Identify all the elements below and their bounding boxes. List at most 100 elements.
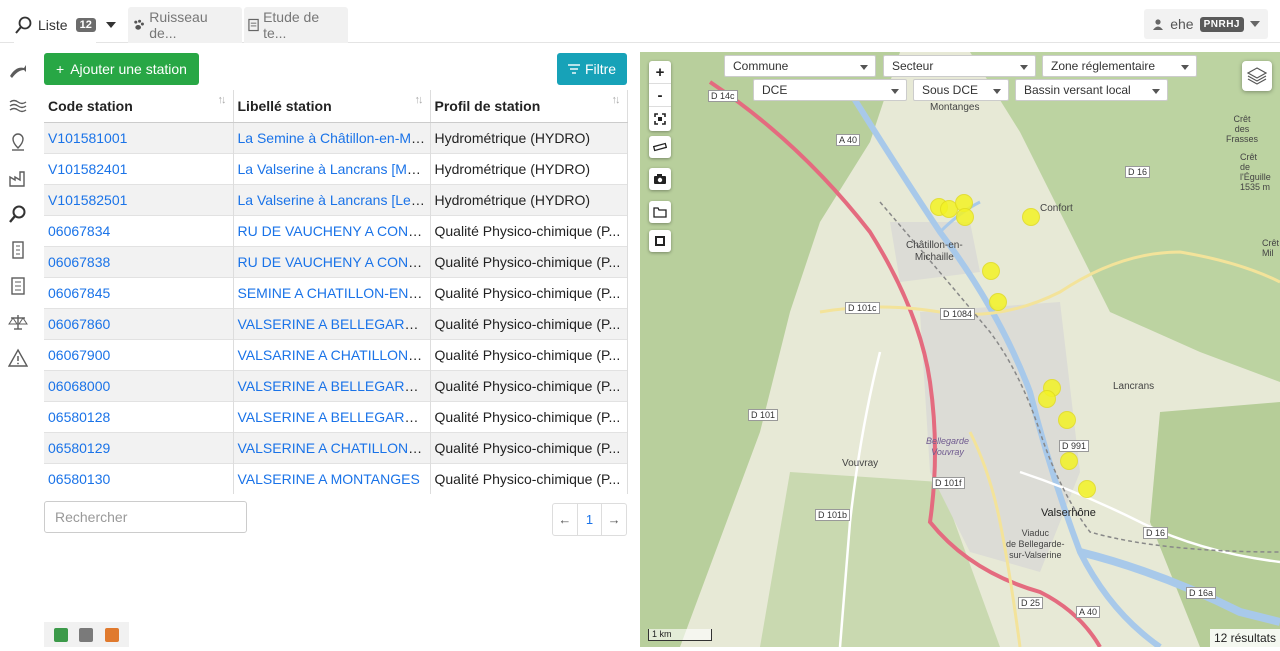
station-code-link[interactable]: V101581001: [48, 130, 127, 146]
table-row[interactable]: 06067900 VALSARINE A CHATILLON-EN-MICHAIL…: [44, 338, 628, 370]
table-row[interactable]: 06067860 VALSERINE A BELLEGARDE-SUR-VALSE…: [44, 307, 628, 339]
station-marker[interactable]: [1022, 208, 1040, 226]
cell-libelle[interactable]: SEMINE A CHATILLON-EN-MICHAILLE: [233, 276, 431, 308]
cell-libelle[interactable]: RU DE VAUCHENY A CONFORT: [233, 245, 431, 277]
next-page-button[interactable]: →: [602, 504, 626, 535]
station-code-link[interactable]: 06580128: [48, 409, 110, 425]
tab-dropdown-toggle[interactable]: [106, 7, 116, 43]
table-row[interactable]: V101581001 La Semine à Châtillon-en-Micha…: [44, 121, 628, 153]
bassin-versant-select[interactable]: Bassin versant local: [1015, 79, 1168, 101]
table-row[interactable]: 06067834 RU DE VAUCHENY A CONFORT Qualité …: [44, 214, 628, 246]
zoom-in-button[interactable]: +: [649, 61, 671, 84]
scales-icon[interactable]: [8, 312, 28, 332]
prev-page-button[interactable]: ←: [553, 504, 577, 535]
station-label-link[interactable]: VALSARINE A CHATILLON-EN-MICHAILLE: [238, 347, 430, 363]
search-station-icon[interactable]: [8, 204, 28, 224]
location-pin-icon[interactable]: [8, 132, 28, 152]
station-label-link[interactable]: VALSERINE A BELLEGARDE-SUR-VALSERINE: [238, 316, 430, 332]
dce-select[interactable]: DCE: [753, 79, 907, 101]
column-header-libelle[interactable]: Libellé station ↑↓: [233, 90, 431, 123]
station-code-link[interactable]: 06067834: [48, 223, 110, 239]
fullscreen-button[interactable]: [649, 107, 671, 130]
waves-icon[interactable]: [8, 96, 28, 116]
cell-libelle[interactable]: RU DE VAUCHENY A CONFORT: [233, 214, 431, 246]
commune-select[interactable]: Commune: [724, 55, 876, 77]
table-row[interactable]: 06067838 RU DE VAUCHENY A CONFORT Qualité …: [44, 245, 628, 277]
user-menu[interactable]: ehe PNRHJ: [1144, 9, 1268, 39]
column-header-profil[interactable]: Profil de station ↑↓: [430, 90, 628, 123]
current-page-button[interactable]: 1: [576, 504, 603, 535]
station-label-link[interactable]: RU DE VAUCHENY A CONFORT: [238, 254, 430, 270]
cell-libelle[interactable]: VALSARINE A CHATILLON-EN-MICHAILLE: [233, 338, 431, 370]
station-marker[interactable]: [1038, 390, 1056, 408]
cell-libelle[interactable]: VALSERINE A BELLEGARDE-SUR-VALSERINE: [233, 400, 431, 432]
station-label-link[interactable]: La Semine à Châtillon-en-Michaille: [238, 130, 430, 146]
tab-ruisseau[interactable]: Ruisseau de...: [128, 7, 242, 43]
cell-libelle[interactable]: VALSERINE A BELLEGARDE-SUR-VALSERINE: [233, 369, 431, 401]
cell-code[interactable]: 06580129: [44, 431, 234, 463]
tab-liste[interactable]: Liste 12: [14, 7, 96, 43]
sort-icon[interactable]: ↑↓: [612, 94, 621, 106]
filter-button[interactable]: Filtre: [557, 53, 627, 85]
cell-code[interactable]: 06067838: [44, 245, 234, 277]
station-code-link[interactable]: 06580129: [48, 440, 110, 456]
station-code-link[interactable]: 06067838: [48, 254, 110, 270]
station-code-link[interactable]: 06580130: [48, 471, 110, 487]
table-row[interactable]: 06580128 VALSERINE A BELLEGARDE-SUR-VALSE…: [44, 400, 628, 432]
station-code-link[interactable]: 06067845: [48, 285, 110, 301]
warning-icon[interactable]: [8, 348, 28, 368]
table-row[interactable]: 06067845 SEMINE A CHATILLON-EN-MICHAILLEQ…: [44, 276, 628, 308]
table-row[interactable]: 06580129 VALSERINE A CHATILLON-EN-MICHAIL…: [44, 431, 628, 463]
sort-icon[interactable]: ↑↓: [415, 94, 424, 106]
station-code-link[interactable]: V101582501: [48, 192, 127, 208]
station-label-link[interactable]: La Valserine à Lancrans [Le ...: [238, 192, 427, 208]
tab-etude[interactable]: Etude de te...: [244, 7, 348, 43]
layers-button[interactable]: [1242, 61, 1272, 91]
station-marker[interactable]: [956, 208, 974, 226]
station-label-link[interactable]: RU DE VAUCHENY A CONFORT: [238, 223, 430, 239]
factory-icon[interactable]: [8, 168, 28, 188]
column-header-code[interactable]: Code station ↑↓: [44, 90, 234, 123]
station-code-link[interactable]: V101582401: [48, 161, 127, 177]
cell-libelle[interactable]: La Semine à Châtillon-en-Michaille: [233, 121, 431, 153]
add-station-button[interactable]: + Ajouter une station: [44, 53, 199, 85]
cell-code[interactable]: 06067900: [44, 338, 234, 370]
table-row[interactable]: 06068000 VALSERINE A BELLEGARDE-SUR-VALSE…: [44, 369, 628, 401]
edit-export-icon[interactable]: [79, 627, 94, 642]
draw-box-button[interactable]: [649, 230, 671, 252]
cell-libelle[interactable]: La Valserine à Lancrans [Le ...: [233, 183, 431, 215]
cell-code[interactable]: V101582401: [44, 152, 234, 184]
open-file-button[interactable]: [649, 201, 671, 223]
document-list-icon[interactable]: [8, 276, 28, 296]
station-marker[interactable]: [1078, 480, 1096, 498]
station-code-link[interactable]: 06068000: [48, 378, 110, 394]
table-row[interactable]: V101582501 La Valserine à Lancrans [Le ..…: [44, 183, 628, 215]
clipboard-export-icon[interactable]: [105, 627, 120, 642]
cell-libelle[interactable]: VALSERINE A CHATILLON-EN-MICHAILLE: [233, 431, 431, 463]
station-label-link[interactable]: VALSERINE A MONTANGES: [238, 471, 420, 487]
station-marker[interactable]: [982, 262, 1000, 280]
zone-reglementaire-select[interactable]: Zone réglementaire: [1042, 55, 1197, 77]
station-label-link[interactable]: La Valserine à Lancrans [Mo...: [238, 161, 427, 177]
cell-code[interactable]: 06580130: [44, 462, 234, 494]
table-row[interactable]: 06580130 VALSERINE A MONTANGES Qualité Phy…: [44, 462, 628, 494]
building-icon[interactable]: [8, 240, 28, 260]
cell-code[interactable]: V101582501: [44, 183, 234, 215]
cell-code[interactable]: 06580128: [44, 400, 234, 432]
cell-code[interactable]: 06067845: [44, 276, 234, 308]
station-code-link[interactable]: 06067860: [48, 316, 110, 332]
screenshot-button[interactable]: [649, 168, 671, 190]
secteur-select[interactable]: Secteur: [883, 55, 1036, 77]
cell-code[interactable]: 06067834: [44, 214, 234, 246]
table-row[interactable]: V101582401 La Valserine à Lancrans [Mo...…: [44, 152, 628, 184]
excel-export-icon[interactable]: [53, 627, 68, 642]
station-marker[interactable]: [1058, 411, 1076, 429]
search-input[interactable]: Rechercher: [44, 501, 247, 533]
station-label-link[interactable]: VALSERINE A BELLEGARDE-SUR-VALSERINE: [238, 378, 430, 394]
cell-code[interactable]: 06068000: [44, 369, 234, 401]
cell-code[interactable]: 06067860: [44, 307, 234, 339]
station-label-link[interactable]: VALSERINE A CHATILLON-EN-MICHAILLE: [238, 440, 430, 456]
station-code-link[interactable]: 06067900: [48, 347, 110, 363]
station-label-link[interactable]: VALSERINE A BELLEGARDE-SUR-VALSERINE: [238, 409, 430, 425]
station-label-link[interactable]: SEMINE A CHATILLON-EN-MICHAILLE: [238, 285, 430, 301]
